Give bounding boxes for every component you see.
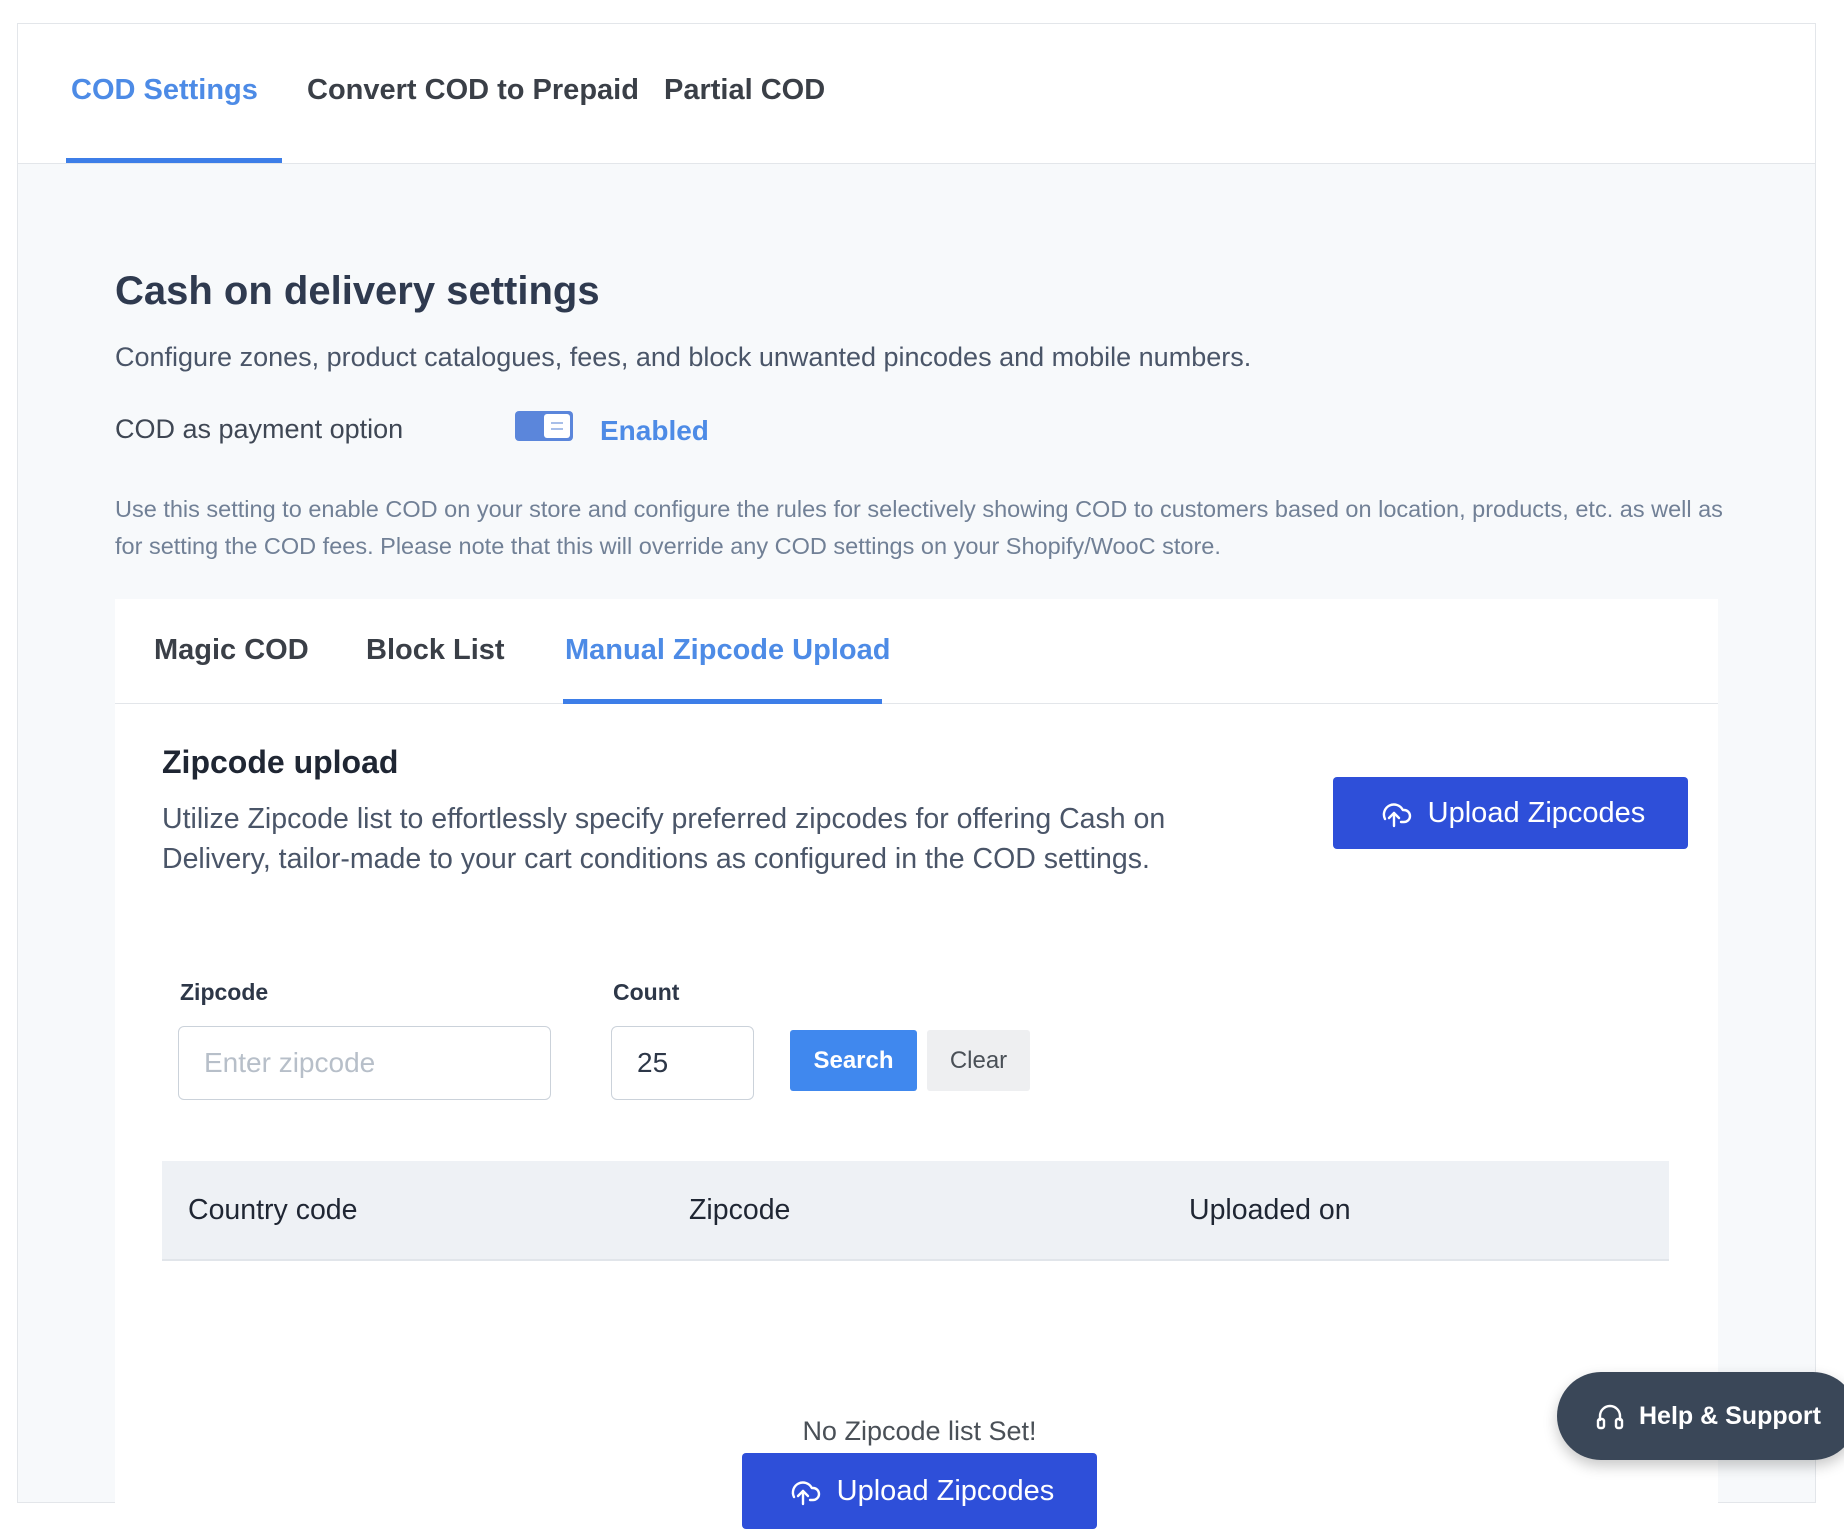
- tab-manual-zipcode-upload[interactable]: Manual Zipcode Upload: [565, 634, 890, 667]
- active-tab-indicator: [66, 158, 282, 163]
- search-button[interactable]: Search: [790, 1030, 917, 1091]
- zipcode-upload-description: Utilize Zipcode list to effortlessly spe…: [162, 803, 1166, 875]
- upload-zipcodes-label: Upload Zipcodes: [1427, 796, 1646, 829]
- cod-enable-toggle[interactable]: [515, 411, 573, 441]
- tab-partial-cod[interactable]: Partial COD: [664, 74, 825, 107]
- page-title: Cash on delivery settings: [115, 269, 600, 313]
- upload-zipcodes-button[interactable]: Upload Zipcodes: [1333, 777, 1688, 849]
- zipcode-field-label: Zipcode: [180, 979, 269, 1005]
- cod-status-label: Enabled: [600, 415, 709, 446]
- tab-magic-cod[interactable]: Magic COD: [154, 634, 309, 667]
- count-field-label: Count: [613, 979, 680, 1005]
- page-subtitle: Configure zones, product catalogues, fee…: [115, 342, 1252, 372]
- table-header: Country code Zipcode Uploaded on: [162, 1161, 1669, 1261]
- active-subtab-indicator: [563, 699, 882, 704]
- column-header-zipcode: Zipcode: [689, 1194, 791, 1226]
- empty-state-message: No Zipcode list Set!: [802, 1416, 1037, 1446]
- headset-icon: [1596, 1404, 1624, 1430]
- tab-cod-settings[interactable]: COD Settings: [71, 74, 258, 107]
- sub-tab-bar: Magic COD Block List Manual Zipcode Uplo…: [115, 599, 1718, 704]
- empty-state-upload-label: Upload Zipcodes: [836, 1474, 1055, 1507]
- tab-block-list[interactable]: Block List: [366, 634, 505, 667]
- tab-convert-cod-to-prepaid[interactable]: Convert COD to Prepaid: [307, 74, 639, 107]
- clear-button[interactable]: Clear: [927, 1030, 1030, 1091]
- help-support-label: Help & Support: [1639, 1401, 1821, 1430]
- cod-option-label: COD as payment option: [115, 414, 404, 444]
- cloud-upload-icon: [791, 1481, 820, 1506]
- zipcode-card: Magic COD Block List Manual Zipcode Uplo…: [115, 599, 1718, 1529]
- settings-frame: COD Settings Convert COD to Prepaid Part…: [17, 23, 1816, 1529]
- top-tab-bar: COD Settings Convert COD to Prepaid Part…: [18, 24, 1815, 164]
- cloud-upload-icon: [1382, 803, 1411, 828]
- cod-setting-note: Use this setting to enable COD on your s…: [115, 496, 1723, 559]
- column-header-country-code: Country code: [188, 1194, 358, 1226]
- zipcode-input[interactable]: [178, 1026, 551, 1100]
- toggle-knob: [544, 414, 570, 438]
- zipcode-upload-title: Zipcode upload: [162, 744, 399, 780]
- count-input[interactable]: [611, 1026, 754, 1100]
- column-header-uploaded-on: Uploaded on: [1189, 1194, 1351, 1226]
- help-support-button[interactable]: Help & Support: [1557, 1372, 1844, 1460]
- empty-state-upload-button[interactable]: Upload Zipcodes: [742, 1453, 1097, 1529]
